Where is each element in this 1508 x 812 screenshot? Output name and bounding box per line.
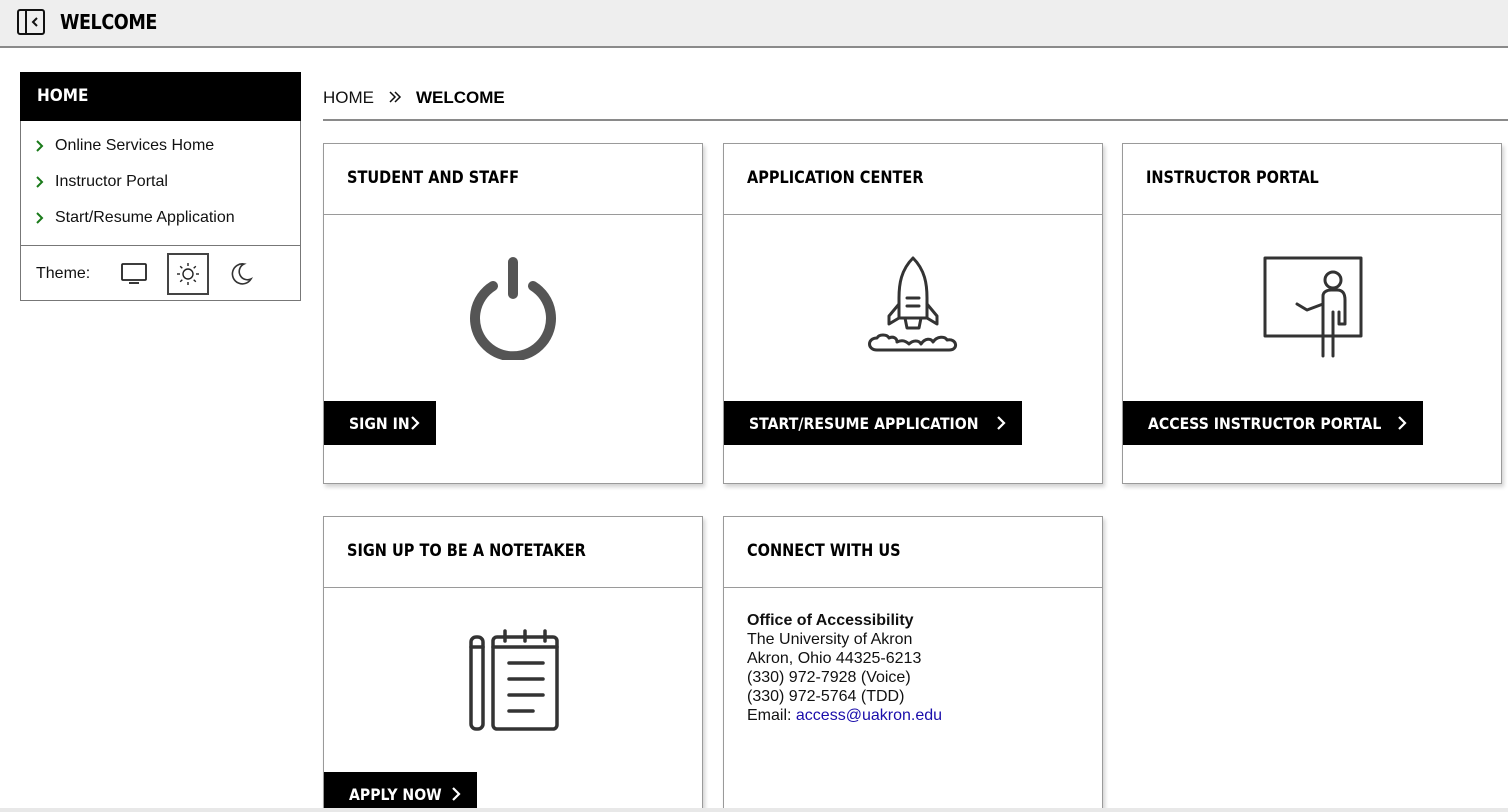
apply-now-button-label: APPLY NOW [349,784,442,804]
sidebar-item-label: Start/Resume Application [55,209,235,226]
chevron-right-icon [35,138,49,156]
contact-address-line2: Akron, Ohio 44325-6213 [747,650,922,667]
page-title: WELCOME [60,10,157,34]
theme-selector: Theme: [20,245,301,301]
sidebar-item-label: Online Services Home [55,137,215,154]
chevron-right-icon [997,416,1006,430]
chevron-right-icon [35,174,49,192]
top-bar: WELCOME [0,0,1508,48]
card-divider [324,587,702,588]
breadcrumb-current: WELCOME [416,88,505,107]
contact-email-row: Email: access@uakron.edu [747,706,942,725]
card-divider [324,214,702,215]
card-connect-with-us: CONNECT WITH US Office of Accessibility … [723,516,1103,812]
card-title: APPLICATION CENTER [747,168,924,187]
sidebar-header: HOME [20,72,301,121]
power-icon [465,254,561,365]
sidebar-item-instructor-portal[interactable]: Instructor Portal [35,173,168,195]
card-notetaker: SIGN UP TO BE A NOTETAKER APPLY NOW [323,516,703,812]
sun-icon[interactable] [167,253,209,295]
contact-phone-tdd: (330) 972-5764 (TDD) [747,688,905,705]
chevron-right-icon [411,416,420,430]
notepad-icon [463,627,563,738]
sidebar-collapse-icon[interactable] [16,8,46,36]
sidebar-heading: HOME [37,86,89,106]
card-title: CONNECT WITH US [747,541,901,560]
rocket-icon [865,254,961,365]
card-student-and-staff: STUDENT AND STAFF SIGN IN [323,143,703,484]
sidebar-item-online-services-home[interactable]: Online Services Home [35,137,214,159]
breadcrumb-divider [323,119,1508,121]
monitor-icon[interactable] [113,253,155,295]
apply-now-button[interactable]: APPLY NOW [324,772,478,812]
contact-email-link[interactable]: access@uakron.edu [796,707,942,724]
access-instructor-portal-button-label: ACCESS INSTRUCTOR PORTAL [1148,413,1382,433]
chevron-right-icon [1398,416,1407,430]
card-title: STUDENT AND STAFF [347,168,520,187]
start-resume-application-button[interactable]: START/RESUME APPLICATION [724,401,1022,445]
sign-in-button-label: SIGN IN [349,413,410,433]
card-application-center: APPLICATION CENTER START/RESUME APPLICAT… [723,143,1103,484]
contact-organization: Office of Accessibility [747,612,914,629]
theme-label: Theme: [36,265,91,282]
sign-in-button[interactable]: SIGN IN [324,401,436,445]
sidebar-item-label: Instructor Portal [55,173,168,190]
moon-icon[interactable] [220,253,262,295]
chevron-right-icon [35,210,49,228]
teacher-board-icon [1259,254,1365,365]
access-instructor-portal-button[interactable]: ACCESS INSTRUCTOR PORTAL [1123,401,1424,445]
chevron-right-icon [452,787,461,801]
card-instructor-portal: INSTRUCTOR PORTAL ACCESS INSTRUCTOR PORT… [1122,143,1502,484]
double-chevron-right-icon [382,88,408,108]
sidebar: HOME Online Services Home Instructor Por… [20,72,301,301]
horizontal-scrollbar[interactable] [0,808,1508,812]
contact-phone-voice: (330) 972-7928 (Voice) [747,669,911,686]
contact-address-line1: The University of Akron [747,631,913,648]
sidebar-item-start-resume-application[interactable]: Start/Resume Application [35,209,235,231]
contact-info: Office of Accessibility The University o… [747,611,942,725]
card-title: SIGN UP TO BE A NOTETAKER [347,541,586,560]
breadcrumb-home[interactable]: HOME [323,88,374,107]
card-divider [724,214,1102,215]
breadcrumb: HOME WELCOME [323,88,505,110]
contact-email-label: Email: [747,707,792,724]
card-divider [724,587,1102,588]
card-divider [1123,214,1501,215]
start-resume-application-button-label: START/RESUME APPLICATION [749,413,979,433]
card-title: INSTRUCTOR PORTAL [1146,168,1319,187]
